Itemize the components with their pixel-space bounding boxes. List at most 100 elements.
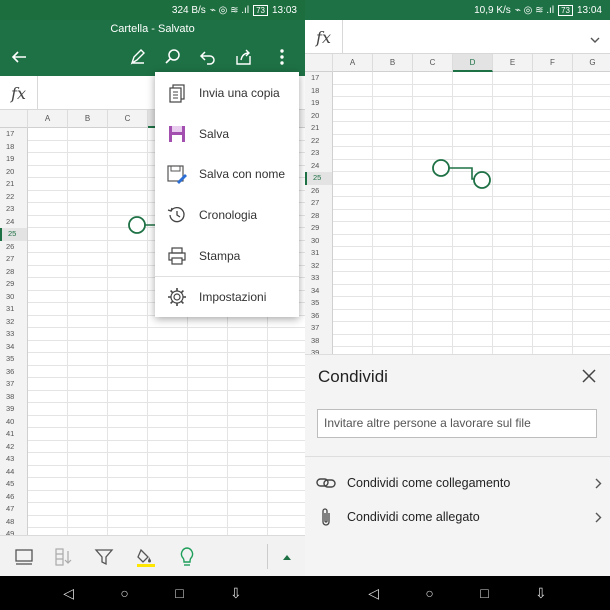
row-header[interactable]: 18 xyxy=(0,140,28,153)
row-header[interactable]: 22 xyxy=(305,134,333,147)
row-header[interactable]: 30 xyxy=(0,290,28,303)
row-header[interactable]: 36 xyxy=(0,365,28,378)
row-header[interactable]: 36 xyxy=(305,309,333,322)
nav-home-icon[interactable]: ○ xyxy=(425,586,433,600)
share-attachment-option[interactable]: Condividi come allegato xyxy=(305,502,610,532)
row-header[interactable]: 25 xyxy=(0,228,28,241)
row-header[interactable]: 35 xyxy=(305,297,333,310)
row-header[interactable]: 34 xyxy=(305,284,333,297)
row-header[interactable]: 33 xyxy=(0,328,28,341)
row-header[interactable]: 37 xyxy=(0,378,28,391)
row-header[interactable]: 49 xyxy=(0,528,28,535)
row-header[interactable]: 46 xyxy=(0,490,28,503)
row-header[interactable]: 37 xyxy=(305,322,333,335)
select-all-corner[interactable] xyxy=(0,110,28,128)
row-header[interactable]: 22 xyxy=(0,190,28,203)
row-header[interactable]: 27 xyxy=(305,197,333,210)
nav-back-icon[interactable]: ◁ xyxy=(368,586,379,600)
row-header[interactable]: 27 xyxy=(0,253,28,266)
column-header[interactable]: C xyxy=(108,110,148,128)
row-header[interactable]: 38 xyxy=(0,390,28,403)
nav-recents-icon[interactable]: □ xyxy=(480,586,488,600)
row-header[interactable]: 33 xyxy=(305,272,333,285)
row-header[interactable]: 21 xyxy=(0,178,28,191)
row-header[interactable]: 45 xyxy=(0,478,28,491)
row-header[interactable]: 25 xyxy=(305,172,333,185)
row-header[interactable]: 20 xyxy=(0,165,28,178)
row-header[interactable]: 20 xyxy=(305,109,333,122)
row-header[interactable]: 24 xyxy=(0,215,28,228)
back-arrow-icon[interactable] xyxy=(4,38,34,76)
cell-format-icon[interactable] xyxy=(8,536,40,577)
column-header[interactable]: F xyxy=(533,54,573,72)
select-all-corner[interactable] xyxy=(305,54,333,72)
row-header[interactable]: 19 xyxy=(305,97,333,110)
fill-color-icon[interactable] xyxy=(130,536,162,577)
expand-up-icon[interactable] xyxy=(271,536,303,577)
column-header[interactable]: E xyxy=(493,54,533,72)
row-header[interactable]: 28 xyxy=(0,265,28,278)
column-header[interactable]: A xyxy=(333,54,373,72)
row-header[interactable]: 39 xyxy=(0,403,28,416)
row-header[interactable]: 18 xyxy=(305,84,333,97)
row-header[interactable]: 34 xyxy=(0,340,28,353)
row-header[interactable]: 41 xyxy=(0,428,28,441)
draw-pen-icon[interactable] xyxy=(123,38,153,76)
row-header[interactable]: 32 xyxy=(0,315,28,328)
undo-icon[interactable] xyxy=(193,38,223,76)
menu-item-impostazioni[interactable]: Impostazioni xyxy=(155,277,299,317)
column-header[interactable]: C xyxy=(413,54,453,72)
invite-input[interactable]: Invitare altre persone a lavorare sul fi… xyxy=(317,409,597,438)
row-header[interactable]: 26 xyxy=(305,184,333,197)
column-header[interactable]: G xyxy=(573,54,610,72)
row-header[interactable]: 23 xyxy=(0,203,28,216)
close-icon[interactable] xyxy=(578,365,600,387)
row-header[interactable]: 26 xyxy=(0,240,28,253)
row-header[interactable]: 24 xyxy=(305,159,333,172)
row-header[interactable]: 32 xyxy=(305,259,333,272)
row-header[interactable]: 17 xyxy=(0,128,28,141)
menu-item-invia-una-copia[interactable]: Invia una copia xyxy=(155,73,299,113)
column-header[interactable]: B xyxy=(68,110,108,128)
row-header[interactable]: 31 xyxy=(305,247,333,260)
menu-item-cronologia[interactable]: Cronologia xyxy=(155,195,299,235)
nav-home-icon[interactable]: ○ xyxy=(120,586,128,600)
lightbulb-icon[interactable] xyxy=(171,536,203,577)
row-header[interactable]: 19 xyxy=(0,153,28,166)
menu-item-salva-con-nome[interactable]: Salva con nome xyxy=(155,154,299,194)
row-header[interactable]: 31 xyxy=(0,303,28,316)
row-header[interactable]: 17 xyxy=(305,72,333,85)
nav-notification-icon[interactable]: ⇩ xyxy=(230,586,242,600)
row-header[interactable]: 40 xyxy=(0,415,28,428)
nav-recents-icon[interactable]: □ xyxy=(175,586,183,600)
function-icon[interactable]: fx xyxy=(305,20,343,54)
row-header[interactable]: 29 xyxy=(0,278,28,291)
row-header[interactable]: 42 xyxy=(0,440,28,453)
row-header[interactable]: 44 xyxy=(0,465,28,478)
row-header[interactable]: 28 xyxy=(305,209,333,222)
share-icon[interactable] xyxy=(229,38,259,76)
row-header[interactable]: 47 xyxy=(0,503,28,516)
row-header[interactable]: 23 xyxy=(305,147,333,160)
sort-icon[interactable] xyxy=(47,536,79,577)
row-header[interactable]: 43 xyxy=(0,453,28,466)
column-header[interactable]: B xyxy=(373,54,413,72)
menu-item-salva[interactable]: Salva xyxy=(155,114,299,154)
column-header[interactable]: D xyxy=(453,54,493,72)
row-header[interactable]: 48 xyxy=(0,515,28,528)
row-header[interactable]: 21 xyxy=(305,122,333,135)
nav-back-icon[interactable]: ◁ xyxy=(63,586,74,600)
row-header[interactable]: 38 xyxy=(305,334,333,347)
nav-notification-icon[interactable]: ⇩ xyxy=(535,586,547,600)
function-icon[interactable]: fx xyxy=(0,76,38,110)
row-header[interactable]: 29 xyxy=(305,222,333,235)
row-header[interactable]: 39 xyxy=(305,347,333,354)
search-icon[interactable] xyxy=(158,38,188,76)
more-options-icon[interactable] xyxy=(267,38,297,76)
row-header[interactable]: 35 xyxy=(0,353,28,366)
filter-icon[interactable] xyxy=(88,536,120,577)
chevron-down-icon[interactable] xyxy=(590,31,600,49)
formula-bar[interactable]: fx xyxy=(305,20,610,54)
spreadsheet-grid[interactable]: ABCDEFG171819202122232425262728293031323… xyxy=(305,54,610,354)
row-header[interactable]: 30 xyxy=(305,234,333,247)
